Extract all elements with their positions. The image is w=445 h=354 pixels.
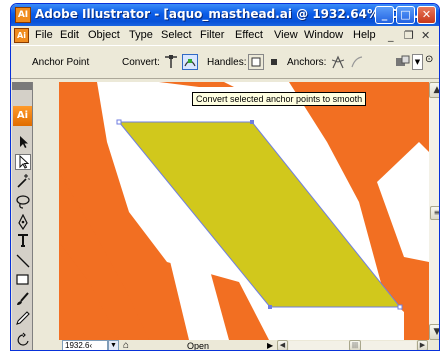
isolate-objects-icon[interactable] [395,54,411,70]
zoom-dropdown-icon[interactable]: ▼ [108,340,119,350]
menu-type[interactable]: Type [129,29,153,41]
rectangle-tool-icon[interactable] [15,272,31,288]
menu-window[interactable]: Window [304,29,343,41]
ai-logo: Ai [13,106,32,126]
line-segment-tool-icon[interactable] [15,253,31,269]
show-handles-icon[interactable] [248,54,264,70]
scroll-left-button[interactable]: ◀ [277,340,288,350]
magic-wand-tool-icon[interactable] [15,173,31,189]
direct-selection-tool-icon[interactable] [15,154,31,170]
close-button[interactable]: ✕ [417,6,436,24]
document-icon[interactable]: Ai [14,28,29,43]
title-bar[interactable]: AI Adobe Illustrator - [aquo_masthead.ai… [11,4,439,26]
scroll-down-button[interactable]: ▼ [429,324,439,340]
tools-panel: Ai [12,82,33,350]
handles-label: Handles: [207,57,247,68]
convert-label: Convert: [122,57,160,68]
artboard-navigator-icon[interactable]: ⌂ [123,340,129,350]
status-bar: 1932.6‹ ▼ ⌂ Open ▶ ◀ ||| ▶ [59,340,439,350]
menu-bar: Ai File Edit Object Type Select Filter E… [11,26,439,45]
doc-minimize-button[interactable]: _ [388,29,394,42]
menu-filter[interactable]: Filter [200,29,224,41]
scroll-thumb[interactable]: ≡ [430,206,439,220]
pencil-tool-icon[interactable] [15,310,31,326]
options-dropdown[interactable]: ▼ [412,54,423,70]
vertical-scrollbar[interactable]: ▲ ≡ ▼ [429,82,439,340]
app-icon[interactable]: AI [15,7,31,23]
scroll-right-button[interactable]: ▶ [417,340,428,350]
menu-effect[interactable]: Effect [235,29,263,41]
cut-path-icon[interactable] [349,54,365,70]
tooltip: Convert selected anchor points to smooth [192,92,367,106]
menu-file[interactable]: File [35,29,53,41]
zoom-field[interactable]: 1932.6‹ [62,340,108,350]
status-text[interactable]: Open [187,340,209,350]
hide-handles-icon[interactable] [266,54,282,70]
selection-tool-icon[interactable] [15,134,31,150]
paintbrush-tool-icon[interactable] [15,291,31,307]
anchors-label: Anchors: [287,57,327,68]
artboard-canvas[interactable] [59,82,429,340]
panel-menu-icon[interactable]: ⊙ [425,54,433,65]
tool-name-label: Anchor Point [32,57,90,68]
menu-select[interactable]: Select [161,29,192,41]
status-menu-arrow-icon[interactable]: ▶ [267,340,273,350]
horizontal-scroll-thumb[interactable]: ||| [349,340,361,350]
illustrator-window: AI Adobe Illustrator - [aquo_masthead.ai… [10,3,440,351]
toolbox-grip[interactable] [12,82,32,90]
menu-edit[interactable]: Edit [60,29,79,41]
menu-object[interactable]: Object [88,29,120,41]
maximize-button[interactable]: □ [396,6,415,24]
rotate-tool-icon[interactable] [15,332,31,348]
lasso-tool-icon[interactable] [15,194,31,210]
convert-to-corner-icon[interactable] [163,54,179,70]
menu-view[interactable]: View [274,29,298,41]
type-tool-icon[interactable] [15,232,31,248]
convert-to-smooth-icon[interactable] [182,54,198,70]
pen-tool-icon[interactable] [15,214,31,230]
control-panel: Anchor Point Convert: Handles: Anchors: [11,45,439,79]
window-title: Adobe Illustrator - [aquo_masthead.ai @ … [35,7,424,21]
artwork [59,82,429,340]
doc-close-button[interactable]: ✕ [421,29,430,42]
menu-help[interactable]: Help [353,29,376,41]
scroll-up-button[interactable]: ▲ [429,82,439,98]
doc-restore-button[interactable]: ❐ [404,29,414,42]
remove-anchor-icon[interactable] [330,54,346,70]
minimize-button[interactable]: _ [375,6,394,24]
